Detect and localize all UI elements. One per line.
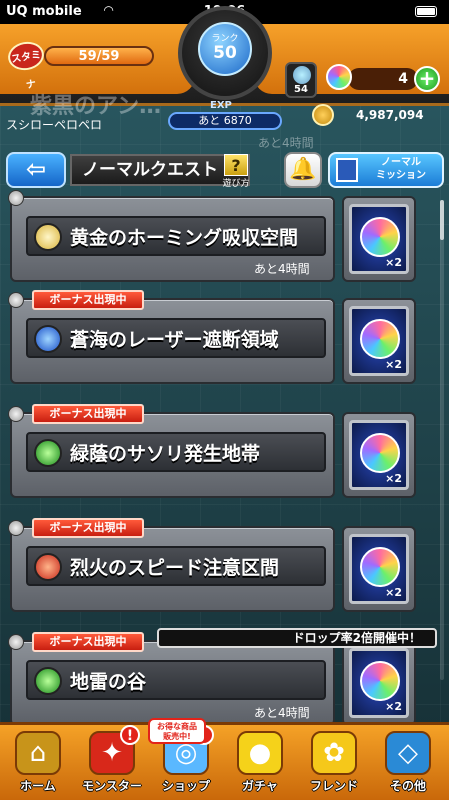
alert-badge: ! [120,725,140,745]
help-button[interactable]: ? 遊び方 [216,154,256,189]
nav-label: ホーム [20,779,56,793]
quest-name-box: 地雷の谷 [26,660,326,700]
quest-name-box: 蒼海のレーザー遮断領域 [26,318,326,358]
help-icon: ? [224,154,248,176]
bottom-nav: ⌂ホーム✦モンスター!◎ショップ!●ガチャ✿フレンド◇その他 [0,722,449,800]
nav-label: モンスター [82,779,142,793]
add-orbs-button[interactable]: + [414,66,440,92]
quest-card[interactable]: ボーナス出現中蒼海のレーザー遮断領域 ×2 [8,290,430,394]
drop-rate-banner: ドロップ率2倍開催中！ [157,628,437,648]
quest-name: 緑蔭のサソリ発生地帯 [70,443,261,465]
quest-name-box: 黄金のホーミング吸収空間 [26,216,326,256]
bonus-badge: ボーナス出現中 [32,518,144,538]
nav-gacha-button[interactable]: ● ガチャ [224,731,296,797]
friend-icon: ✿ [311,731,357,775]
stamina-value: 59/59 [78,49,120,64]
rank-badge[interactable]: ランク 50 [178,6,272,100]
nav-home-button[interactable]: ⌂ ホーム [2,731,74,797]
coin-icon [312,104,334,126]
reward-slot[interactable]: ×2 [342,412,416,498]
gem-icon [293,66,311,84]
light-element-icon [34,223,62,251]
reward-frame: ×2 [349,534,409,604]
notification-bell-button[interactable]: 🔔 [284,152,322,188]
reward-multiplier: ×2 [385,700,402,713]
bell-icon: 🔔 [289,157,317,182]
home-icon: ⌂ [15,731,61,775]
rank-inner: ランク 50 [198,22,252,76]
reward-frame: ×2 [349,306,409,376]
pin-icon [8,634,24,650]
remaining-time: あと4時間 [254,706,310,720]
nav-other-button[interactable]: ◇ その他 [372,731,444,797]
pin-icon [8,190,24,206]
bonus-badge: ボーナス出現中 [32,404,144,424]
reward-slot[interactable]: ×2 [342,526,416,612]
faded-remaining-time: あと4時間 [258,136,314,150]
reward-multiplier: ×2 [385,586,402,599]
nav-monster-button[interactable]: ✦ モンスター! [76,725,148,797]
other-icon: ◇ [385,731,431,775]
nav-label: フレンド [309,779,358,793]
rank-value: 50 [213,43,237,63]
reward-slot[interactable]: ×2 [342,196,416,282]
reward-frame: ×2 [349,204,409,274]
username: スシローペロペロ [6,118,103,132]
nav-label: ショップ [161,779,210,793]
quest-card[interactable]: 黄金のホーミング吸収空間あと4時間 ×2 [8,190,430,292]
battery-icon [415,6,437,17]
title-bar: ノーマルクエスト ⇦ ? 遊び方 🔔 ノーマル ミッション [0,150,449,190]
orb-reward-icon [360,319,400,359]
quest-name-box: 烈火のスピード注意区間 [26,546,326,586]
reward-frame: ×2 [349,648,409,718]
back-button[interactable]: ⇦ [6,152,66,188]
orb-reward-icon [360,661,400,701]
orb-reward-icon [360,217,400,257]
nav-friend-button[interactable]: ✿ フレンド [298,731,370,797]
quest-name: 烈火のスピード注意区間 [70,557,280,579]
mission-book-icon [336,158,358,182]
wood-element-icon [34,667,62,695]
quest-name: 蒼海のレーザー遮断領域 [70,329,279,351]
orb-count: 4 [348,68,418,90]
orb-reward-icon [360,547,400,587]
wood-element-icon [34,439,62,467]
remaining-time: あと4時間 [254,262,310,276]
help-label: 遊び方 [222,179,250,189]
pin-icon [8,292,24,308]
pin-icon [8,520,24,536]
quest-card[interactable]: ボーナス出現中緑蔭のサソリ発生地帯 ×2 [8,404,430,508]
reward-slot[interactable]: ×2 [342,640,416,726]
bonus-badge: ボーナス出現中 [32,290,144,310]
nav-label: ガチャ [242,779,278,793]
reward-multiplier: ×2 [385,358,402,371]
quest-name: 黄金のホーミング吸収空間 [70,227,299,249]
nav-label: その他 [389,779,426,793]
orb-reward-icon [360,433,400,473]
quest-name-box: 緑蔭のサソリ発生地帯 [26,432,326,472]
quest-card[interactable]: ボーナス出現中烈火のスピード注意区間 ×2 [8,518,430,622]
bonus-badge: ボーナス出現中 [32,632,144,652]
reward-multiplier: ×2 [385,256,402,269]
quest-name: 地雷の谷 [70,671,147,693]
coin-count: 4,987,094 [356,108,424,122]
orb-icon [326,64,352,90]
scrollbar-thumb[interactable] [440,200,444,240]
water-element-icon [34,325,62,353]
reward-frame: ×2 [349,420,409,490]
sale-tag: お得な商品 販売中! [148,718,206,744]
reward-multiplier: ×2 [385,472,402,485]
scrollbar[interactable] [440,200,444,680]
pin-icon [8,406,24,422]
stamina-bar[interactable]: 59/59 [44,46,154,66]
reward-slot[interactable]: ×2 [342,298,416,384]
fire-element-icon [34,553,62,581]
mission-label: ノーマル ミッション [376,157,426,181]
mission-button[interactable]: ノーマル ミッション [328,152,444,188]
gacha-icon: ● [237,731,283,775]
